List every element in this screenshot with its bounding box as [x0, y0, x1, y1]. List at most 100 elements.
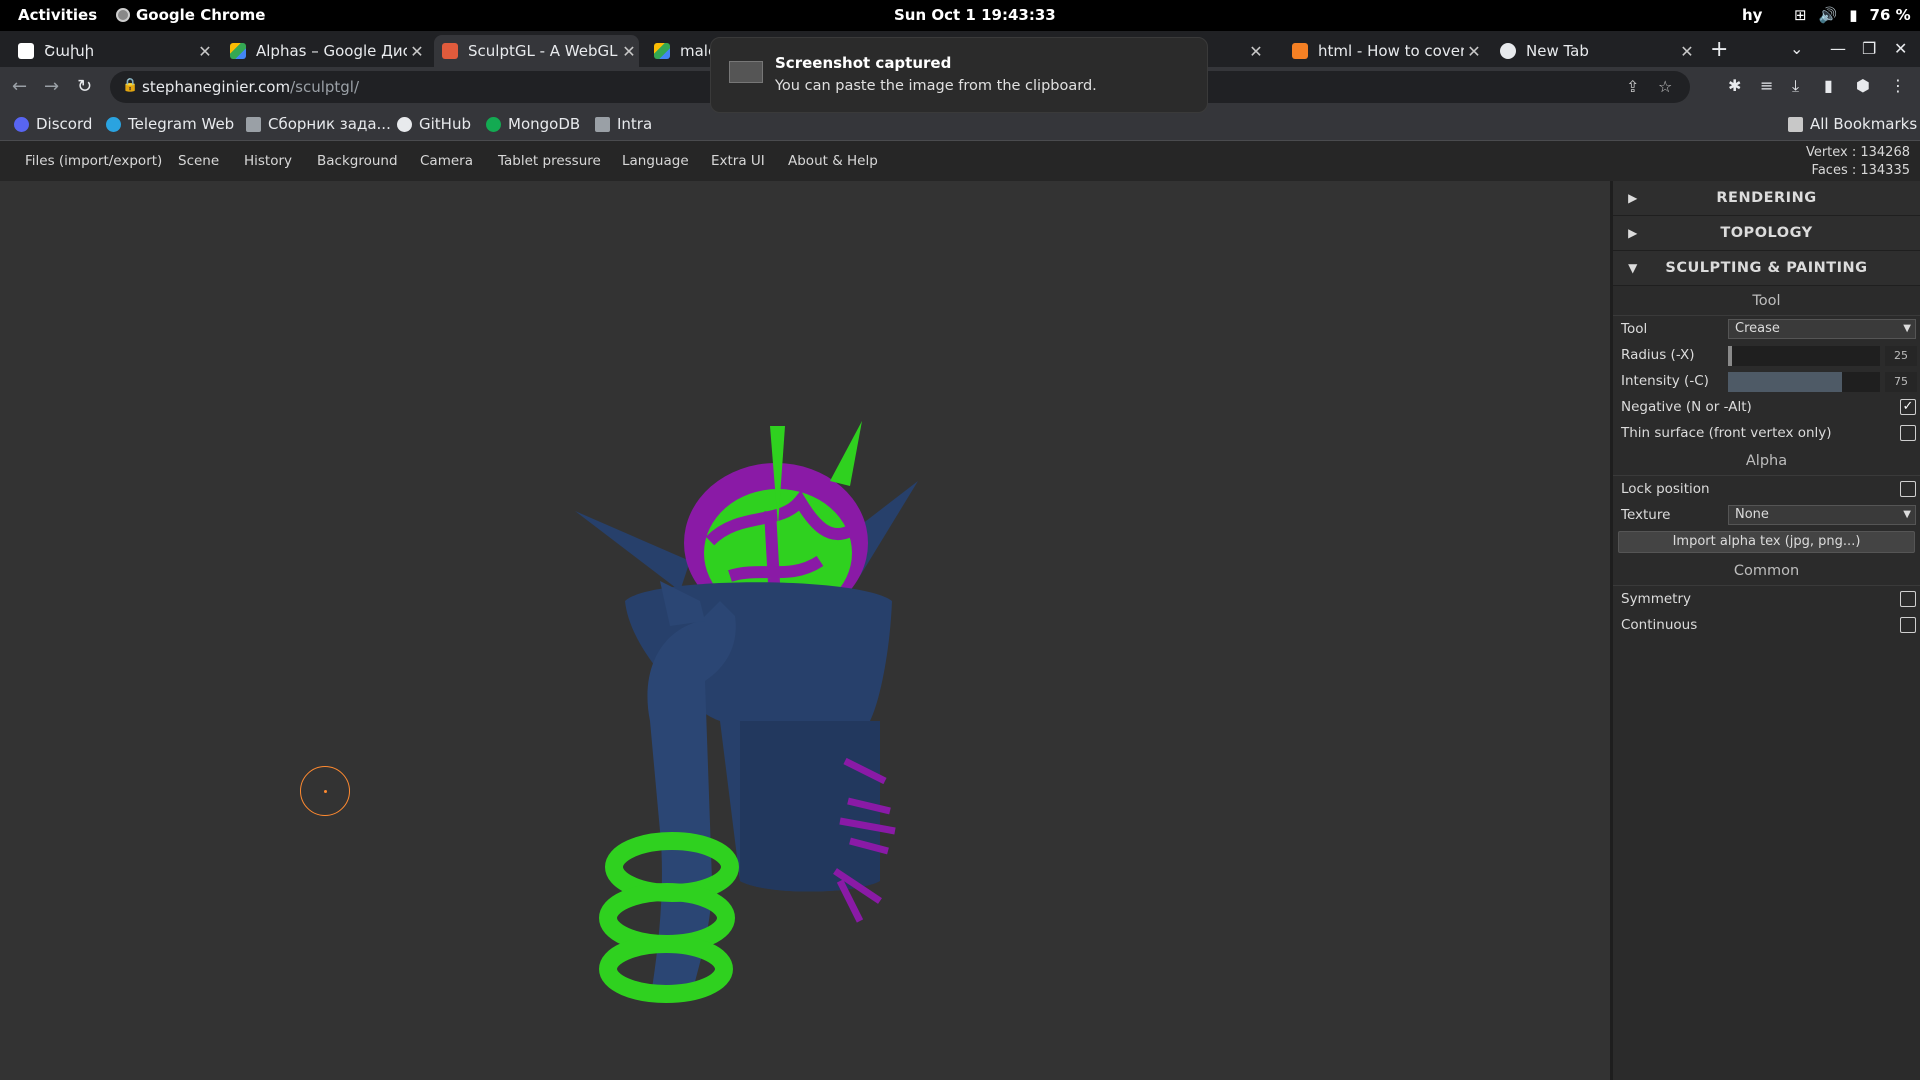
bookmark-discord[interactable]: Discord: [14, 115, 92, 133]
media-icon[interactable]: ≡: [1760, 76, 1773, 95]
bookmark-label: Intra: [617, 115, 653, 133]
folder-rendering[interactable]: ▶ RENDERING: [1613, 181, 1920, 216]
menu-background[interactable]: Background: [317, 153, 398, 169]
continuous-checkbox[interactable]: [1900, 617, 1916, 633]
sculptgl-menubar: Files (import/export) Scene History Back…: [0, 141, 1920, 181]
folder-topology[interactable]: ▶ TOPOLOGY: [1613, 216, 1920, 251]
menu-tablet-pressure[interactable]: Tablet pressure: [498, 153, 601, 169]
menu-camera[interactable]: Camera: [420, 153, 473, 169]
continuous-label: Continuous: [1621, 617, 1698, 633]
app-name: Google Chrome: [136, 6, 266, 24]
row-texture: Texture None ▼: [1613, 502, 1920, 528]
symmetry-checkbox[interactable]: [1900, 591, 1916, 607]
row-negative: Negative (N or -Alt) ✓: [1613, 394, 1920, 420]
3d-viewport[interactable]: [0, 181, 1610, 1080]
notification-title: Screenshot captured: [775, 54, 952, 72]
maximize-icon[interactable]: ❐: [1862, 39, 1876, 58]
bookmark-telegram[interactable]: Telegram Web: [106, 115, 234, 133]
github-icon: [397, 116, 412, 132]
lock-icon[interactable]: 🔒: [122, 78, 138, 93]
close-icon[interactable]: ✕: [1464, 42, 1484, 61]
url-text[interactable]: stephaneginier.com/sculptgl/: [142, 78, 359, 96]
intra-icon: [595, 116, 610, 132]
symmetry-label: Symmetry: [1621, 591, 1691, 607]
screenshot-notification[interactable]: Screenshot captured You can paste the im…: [710, 37, 1208, 113]
tab-search-icon[interactable]: ⌄: [1790, 39, 1803, 58]
bookmark-intra[interactable]: Intra: [595, 115, 652, 133]
close-icon[interactable]: ✕: [619, 42, 639, 61]
tab[interactable]: Alphas – Google Диск ✕: [222, 35, 427, 67]
url-path: /sculptgl/: [290, 78, 360, 96]
tab-title: SculptGL - A WebGL s: [468, 42, 619, 60]
download-icon[interactable]: ⤓: [1792, 76, 1799, 96]
battery-icon: ▮: [1849, 6, 1858, 24]
bookmark-star-icon[interactable]: ☆: [1658, 77, 1672, 96]
radius-slider[interactable]: [1728, 346, 1880, 366]
drive-icon: [230, 43, 246, 59]
tool-select[interactable]: Crease ▼: [1728, 319, 1916, 339]
input-language[interactable]: hy: [1742, 6, 1762, 24]
menu-files[interactable]: Files (import/export): [25, 153, 162, 169]
folder-title: TOPOLOGY: [1720, 225, 1813, 241]
folder-title: SCULPTING & PAINTING: [1665, 260, 1868, 276]
activities-button[interactable]: Activities: [18, 6, 97, 24]
drive-icon: [654, 43, 670, 59]
intensity-value[interactable]: 75: [1885, 372, 1917, 392]
close-icon[interactable]: ✕: [1246, 42, 1266, 61]
close-window-icon[interactable]: ✕: [1894, 39, 1907, 58]
sculptgl-icon: [442, 43, 458, 59]
sculpted-mesh[interactable]: [0, 181, 1610, 1080]
menu-about-help[interactable]: About & Help: [788, 153, 878, 169]
system-status-area[interactable]: ⊞ 🔊 ▮ 76 %: [1794, 6, 1911, 24]
import-alpha-button[interactable]: Import alpha tex (jpg, png...): [1618, 531, 1915, 553]
tab-title: New Tab: [1526, 42, 1589, 60]
clock[interactable]: Sun Oct 1 19:43:33: [894, 6, 1056, 24]
lock-position-checkbox[interactable]: [1900, 481, 1916, 497]
thin-surface-checkbox[interactable]: [1900, 425, 1916, 441]
close-icon[interactable]: ✕: [195, 42, 215, 61]
reload-icon[interactable]: ↻: [77, 76, 92, 97]
close-icon[interactable]: ✕: [407, 42, 427, 61]
tab[interactable]: html - How to cover a ✕: [1284, 35, 1484, 67]
intensity-slider[interactable]: [1728, 372, 1880, 392]
brush-cursor: [300, 766, 350, 816]
bookmark-sbornik[interactable]: Сборник зада...: [246, 115, 391, 133]
minimize-icon[interactable]: —: [1830, 39, 1846, 58]
tab-active[interactable]: SculptGL - A WebGL s ✕: [434, 35, 639, 67]
menu-history[interactable]: History: [244, 153, 292, 169]
kebab-menu-icon[interactable]: ⋮: [1890, 76, 1906, 95]
all-bookmarks[interactable]: All Bookmarks: [1788, 115, 1917, 133]
app-menu[interactable]: Google Chrome: [116, 6, 265, 24]
menu-scene[interactable]: Scene: [178, 153, 219, 169]
texture-select[interactable]: None ▼: [1728, 505, 1916, 525]
share-icon[interactable]: ⇪: [1626, 77, 1639, 96]
tab[interactable]: New Tab ✕: [1492, 35, 1697, 67]
back-icon[interactable]: ←: [12, 76, 27, 97]
radius-value[interactable]: 25: [1885, 346, 1917, 366]
chrome-icon: [116, 8, 130, 22]
texture-select-value: None: [1735, 507, 1769, 522]
telegram-icon: [106, 116, 121, 132]
menu-extra-ui[interactable]: Extra UI: [711, 153, 765, 169]
tab[interactable]: Շախի ✕: [10, 35, 215, 67]
system-top-bar: Activities Google Chrome Sun Oct 1 19:43…: [0, 0, 1920, 31]
bookmark-mongodb[interactable]: MongoDB: [486, 115, 580, 133]
row-radius: Radius (-X) 25: [1613, 342, 1920, 368]
menu-language[interactable]: Language: [622, 153, 689, 169]
vertex-count: Vertex : 134268: [1805, 145, 1910, 160]
thin-surface-label: Thin surface (front vertex only): [1621, 425, 1832, 441]
bookmark-github[interactable]: GitHub: [397, 115, 471, 133]
section-tool: Tool: [1613, 286, 1920, 316]
side-panel-icon[interactable]: ▮: [1824, 76, 1833, 95]
new-tab-button[interactable]: +: [1710, 37, 1728, 62]
negative-checkbox[interactable]: ✓: [1900, 399, 1916, 415]
close-icon[interactable]: ✕: [1677, 42, 1697, 61]
profile-avatar[interactable]: ⬢: [1856, 76, 1870, 95]
extensions-icon[interactable]: ✱: [1728, 76, 1741, 95]
all-bookmarks-label: All Bookmarks: [1810, 115, 1918, 133]
row-tool: Tool Crease ▼: [1613, 316, 1920, 342]
radius-slider-knob[interactable]: [1728, 346, 1732, 366]
notification-body: You can paste the image from the clipboa…: [775, 78, 1097, 94]
folder-sculpting-painting[interactable]: ▼ SCULPTING & PAINTING: [1613, 251, 1920, 286]
forward-icon[interactable]: →: [44, 76, 59, 97]
